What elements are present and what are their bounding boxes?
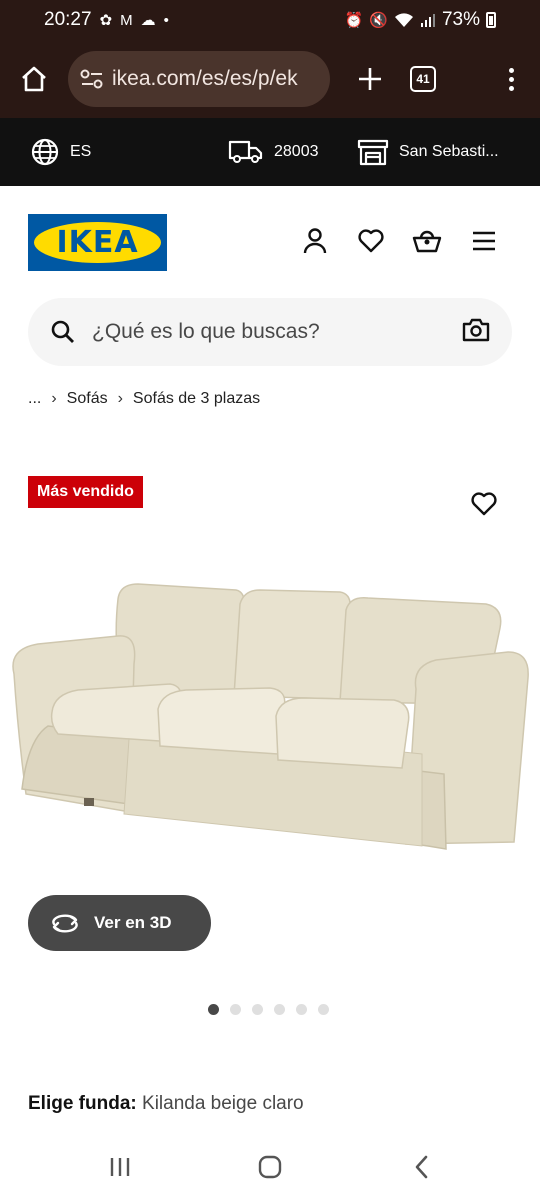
recent-apps-icon [110,1158,130,1176]
fabric-label: Elige funda: [28,1093,137,1114]
product-image-sofa[interactable] [8,574,532,864]
battery-icon [486,12,496,28]
carousel-dot[interactable] [208,1004,219,1015]
search-icon [51,320,74,343]
search-bar[interactable]: ¿Qué es lo que buscas? [28,298,512,366]
visual-search-button[interactable] [462,317,490,348]
add-to-favourites-button[interactable] [468,488,500,520]
store-selector[interactable]: San Sebasti... [357,138,499,166]
recent-apps-button[interactable] [105,1152,135,1182]
carousel-dot[interactable] [230,1004,241,1015]
account-button[interactable] [300,226,330,256]
image-carousel-indicator [208,1004,329,1015]
ikea-logo[interactable]: IKEA [28,214,167,271]
site-settings-icon [80,69,103,89]
leaf-notification-icon: ✿ [99,11,113,29]
mute-icon: 🔇 [369,11,388,29]
address-bar[interactable]: ikea.com/es/es/p/ek [68,51,330,107]
store-icon [357,139,389,166]
tab-switcher-button[interactable]: 41 [410,66,436,92]
chevron-right-icon: › [117,390,123,407]
site-header: IKEA [0,186,540,296]
store-label: San Sebasti... [399,143,499,160]
gmail-notification-icon: M [120,11,133,29]
heart-icon [471,492,497,516]
chevron-right-icon: › [51,390,57,407]
home-nav-button[interactable] [255,1152,285,1182]
hamburger-menu-icon [473,231,495,251]
logo-text: IKEA [56,225,139,260]
favourites-button[interactable] [356,226,386,256]
back-nav-button[interactable] [407,1152,437,1182]
browser-toolbar: ikea.com/es/es/p/ek 41 [0,40,540,118]
carousel-dot[interactable] [296,1004,307,1015]
plus-icon [359,68,381,90]
home-button[interactable] [16,61,52,97]
alarm-icon: ⏰ [344,11,364,29]
main-menu-button[interactable] [469,226,499,256]
user-icon [303,228,327,254]
carousel-dot[interactable] [318,1004,329,1015]
truck-icon [228,140,263,163]
badge-label: Más vendido [37,483,134,500]
more-notifications-dot-icon: • [163,11,169,29]
system-navigation-bar [0,1134,540,1200]
language-label: ES [70,143,92,160]
search-input[interactable]: ¿Qué es lo que buscas? [92,320,462,344]
cloud-notification-icon: ☁ [140,11,156,29]
store-info-strip: ES 28003 San Sebasti... [0,118,540,186]
carousel-dot[interactable] [252,1004,263,1015]
language-selector[interactable]: ES [30,137,91,167]
basket-icon [412,230,442,253]
breadcrumb-item-3-seat-sofas[interactable]: Sofás de 3 plazas [133,390,260,408]
breadcrumb-ellipsis[interactable]: ... [28,390,41,408]
globe-icon [31,138,59,166]
tab-count: 41 [416,72,430,86]
breadcrumb-item-sofas[interactable]: Sofás [67,390,108,408]
back-chevron-icon [415,1155,428,1179]
home-circle-icon [258,1155,282,1179]
bestseller-badge: Más vendido [28,476,143,508]
camera-icon [462,318,490,341]
postcode-label: 28003 [274,143,319,160]
new-tab-button[interactable] [352,61,388,97]
view-3d-label: Ver en 3D [94,913,172,932]
wifi-icon [394,13,413,27]
status-bar: 20:27 ✿ M ☁ • ⏰ 🔇 73% [0,0,540,40]
view-in-3d-button[interactable]: Ver en 3D [28,895,211,951]
carousel-dot[interactable] [274,1004,285,1015]
battery-percent: 73% [441,9,480,30]
status-time: 20:27 [44,9,92,30]
fabric-selector[interactable]: Elige funda: Kilanda beige claro [28,1093,304,1115]
delivery-postcode[interactable]: 28003 [228,139,319,165]
breadcrumb: ... › Sofás › Sofás de 3 plazas [28,390,260,408]
url-text: ikea.com/es/es/p/ek [112,67,298,90]
browser-menu-button[interactable] [509,67,514,91]
heart-icon [358,229,384,253]
home-icon [22,66,46,92]
cart-button[interactable] [412,226,442,256]
fabric-value: Kilanda beige claro [142,1093,304,1114]
signal-icon [420,14,435,27]
rotate-3d-icon [52,914,78,933]
